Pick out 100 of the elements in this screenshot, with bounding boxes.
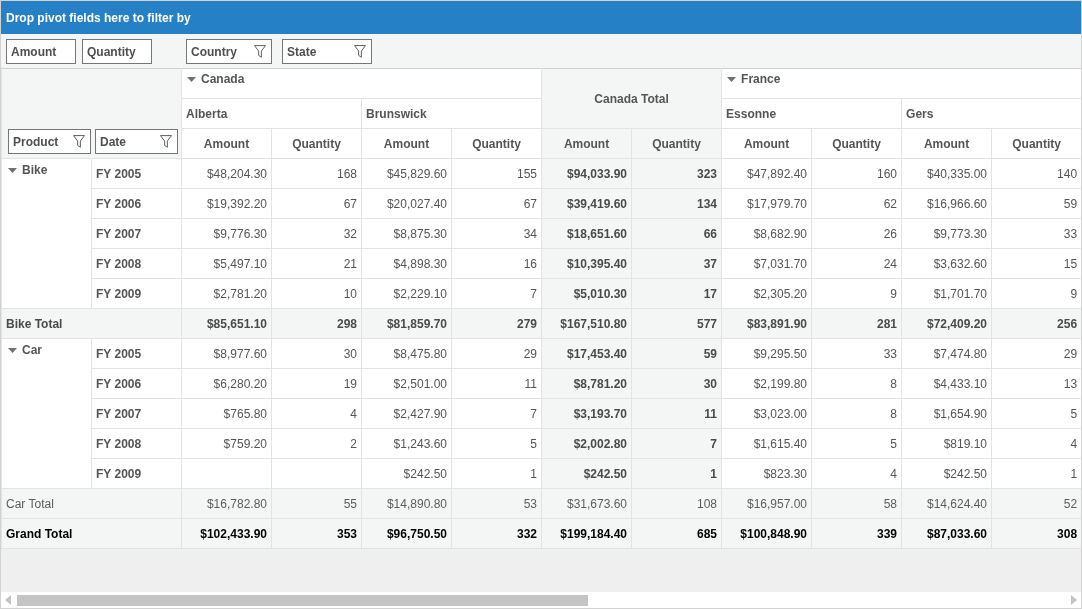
- table-cell: 67: [271, 188, 362, 219]
- table-cell: 30: [271, 338, 362, 369]
- column-header[interactable]: Quantity: [271, 128, 362, 159]
- field-chip[interactable]: Country: [186, 39, 272, 64]
- table-cell: 24: [811, 248, 902, 279]
- column-header[interactable]: Quantity: [631, 128, 722, 159]
- table-cell: 34: [451, 218, 542, 249]
- table-cell: $199,184.40: [541, 518, 632, 549]
- table-cell: $2,305.20: [721, 278, 812, 309]
- filter-icon[interactable]: [254, 45, 266, 58]
- table-cell: $1,701.70: [901, 278, 992, 309]
- field-chip[interactable]: State: [282, 39, 372, 64]
- column-header[interactable]: Quantity: [811, 128, 902, 159]
- table-cell: 4: [811, 458, 902, 489]
- column-header[interactable]: Amount: [541, 128, 632, 159]
- table-cell: $819.10: [901, 428, 992, 459]
- table-cell: 256: [991, 308, 1081, 339]
- field-chip[interactable]: Product: [8, 129, 91, 154]
- column-header[interactable]: Amount: [361, 128, 452, 159]
- filter-icon[interactable]: [73, 135, 85, 148]
- table-cell: $2,781.20: [181, 278, 272, 309]
- row-header[interactable]: Bike Total: [1, 308, 182, 339]
- table-cell: $83,891.90: [721, 308, 812, 339]
- table-cell: 8: [811, 368, 902, 399]
- table-cell: $20,027.40: [361, 188, 452, 219]
- row-header[interactable]: FY 2008: [91, 248, 182, 279]
- field-chip[interactable]: Quantity: [82, 39, 152, 64]
- table-cell: 67: [451, 188, 542, 219]
- table-cell: 8: [811, 398, 902, 429]
- table-cell: $16,957.00: [721, 488, 812, 519]
- row-header[interactable]: FY 2007: [91, 398, 182, 429]
- row-header[interactable]: FY 2009: [91, 458, 182, 489]
- table-cell: $5,010.30: [541, 278, 632, 309]
- table-cell: 4: [271, 398, 362, 429]
- row-header[interactable]: Grand Total: [1, 518, 182, 549]
- table-cell: 66: [631, 218, 722, 249]
- table-cell: $85,651.10: [181, 308, 272, 339]
- table-cell: $10,395.40: [541, 248, 632, 279]
- column-header[interactable]: Quantity: [451, 128, 542, 159]
- row-header[interactable]: FY 2008: [91, 428, 182, 459]
- table-cell: $14,624.40: [901, 488, 992, 519]
- table-cell: $87,033.60: [901, 518, 992, 549]
- row-header[interactable]: FY 2005: [91, 338, 182, 369]
- row-header[interactable]: Bike: [22, 163, 48, 177]
- table-cell: $7,474.80: [901, 338, 992, 369]
- table-cell: 685: [631, 518, 722, 549]
- caret-down-icon[interactable]: [8, 167, 17, 173]
- column-header[interactable]: Amount: [721, 128, 812, 159]
- row-header[interactable]: FY 2005: [91, 158, 182, 189]
- filter-drop-zone: Drop pivot fields here to filter by: [1, 1, 1081, 34]
- table-cell: $2,427.90: [361, 398, 452, 429]
- table-cell: $18,651.60: [541, 218, 632, 249]
- row-header[interactable]: FY 2006: [91, 188, 182, 219]
- row-header[interactable]: FY 2006: [91, 368, 182, 399]
- caret-down-icon[interactable]: [8, 347, 17, 353]
- table-cell: 29: [451, 338, 542, 369]
- scrollbar-thumb[interactable]: [17, 594, 588, 606]
- column-header[interactable]: Canada Total: [541, 68, 722, 129]
- table-cell: 19: [271, 368, 362, 399]
- table-cell: $47,892.40: [721, 158, 812, 189]
- table-cell: 323: [631, 158, 722, 189]
- column-header[interactable]: Alberta: [181, 98, 362, 129]
- caret-down-icon[interactable]: [727, 76, 737, 82]
- table-cell: 21: [271, 248, 362, 279]
- column-header[interactable]: Amount: [181, 128, 272, 159]
- filter-icon[interactable]: [160, 135, 172, 148]
- table-cell: 16: [451, 248, 542, 279]
- table-cell: 1: [451, 458, 542, 489]
- table-cell: $102,433.90: [181, 518, 272, 549]
- field-chip[interactable]: Amount: [6, 39, 76, 64]
- field-chip[interactable]: Date: [95, 129, 178, 154]
- table-cell: $4,898.30: [361, 248, 452, 279]
- column-header[interactable]: France: [741, 72, 781, 86]
- table-cell: 332: [451, 518, 542, 549]
- row-header[interactable]: Car: [22, 343, 42, 357]
- table-cell: 26: [811, 218, 902, 249]
- table-cell: 53: [451, 488, 542, 519]
- table-cell: 33: [811, 338, 902, 369]
- row-header[interactable]: FY 2009: [91, 278, 182, 309]
- row-header[interactable]: Car Total: [1, 488, 182, 519]
- column-header[interactable]: Canada: [201, 72, 245, 86]
- caret-down-icon[interactable]: [187, 76, 196, 82]
- row-header[interactable]: FY 2007: [91, 218, 182, 249]
- table-cell: $2,229.10: [361, 278, 452, 309]
- column-header[interactable]: Amount: [901, 128, 992, 159]
- table-cell: $16,966.60: [901, 188, 992, 219]
- table-cell: 9: [811, 278, 902, 309]
- table-cell: 281: [811, 308, 902, 339]
- table-cell: $1,615.40: [721, 428, 812, 459]
- table-cell: $5,497.10: [181, 248, 272, 279]
- table-cell: $45,829.60: [361, 158, 452, 189]
- table-cell: $17,979.70: [721, 188, 812, 219]
- column-header[interactable]: Essonne: [721, 98, 902, 129]
- table-cell: $7,031.70: [721, 248, 812, 279]
- table-cell: $72,409.20: [901, 308, 992, 339]
- table-cell: 5: [811, 428, 902, 459]
- filter-icon[interactable]: [354, 45, 366, 58]
- table-cell: $9,295.50: [721, 338, 812, 369]
- table-cell: $39,419.60: [541, 188, 632, 219]
- table-cell: $3,023.00: [721, 398, 812, 429]
